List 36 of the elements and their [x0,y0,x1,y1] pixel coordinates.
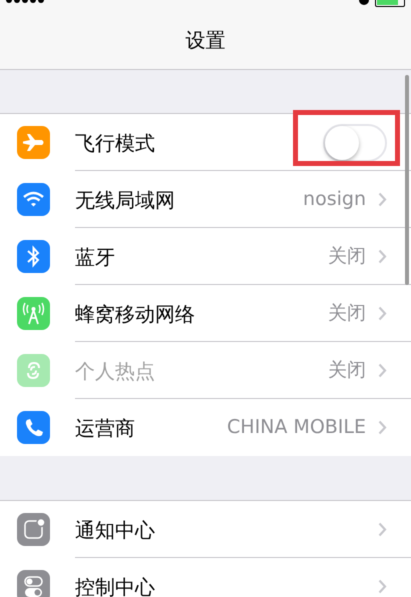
airplane-icon [17,126,50,159]
row-label: 蜂窝移动网络 [75,300,195,328]
row-label: 飞行模式 [75,130,155,156]
settings-row[interactable]: 无线局域网 nosign [0,171,411,228]
row-value: 关闭 [328,244,366,270]
row-label: 通知中心 [75,516,155,544]
chevron-icon [378,522,387,537]
chain-link-icon [17,354,50,387]
page-title: 设置 [186,26,226,54]
row-value: 关闭 [328,358,366,384]
row-label: 蓝牙 [75,244,115,270]
row-label: 运营商 [75,414,135,442]
chevron-icon [378,420,387,435]
wifi-icon [17,183,50,216]
chevron-icon [378,579,387,594]
phone-icon [17,411,50,444]
row-value: nosign [303,187,366,212]
settings-row[interactable]: 通知中心 [0,501,411,558]
row-value: CHINA MOBILE [227,415,366,440]
toggle-switch[interactable] [323,124,387,162]
settings-row[interactable]: 蜂窝移动网络 关闭 [0,285,411,342]
notification-icon [17,513,50,546]
row-label: 控制中心 [75,574,155,597]
settings-row[interactable]: 控制中心 [0,558,411,597]
settings-row[interactable]: 运营商 CHINA MOBILE [0,399,411,456]
chevron-icon [378,363,387,378]
chevron-icon [378,192,387,207]
row-label: 无线局域网 [75,186,175,214]
settings-row[interactable]: 飞行模式 [0,114,411,171]
chevron-icon [378,306,387,321]
antenna-icon [17,297,50,330]
row-label: 个人热点 [75,358,155,384]
settings-row[interactable]: 蓝牙 关闭 [0,228,411,285]
bluetooth-icon [17,240,50,273]
row-value: 关闭 [328,301,366,326]
chevron-icon [378,249,387,264]
